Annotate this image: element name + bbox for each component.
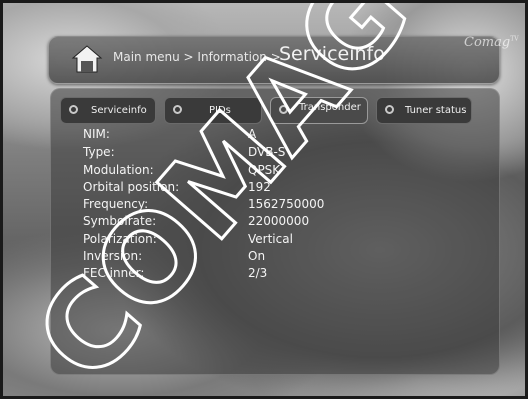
home-icon[interactable] xyxy=(71,43,103,75)
tab-pids[interactable]: PIDs xyxy=(164,97,262,124)
tab-label: Serviceinfo xyxy=(91,105,147,116)
info-label-symbolrate: Symbolrate: xyxy=(83,214,157,228)
radio-dot-icon xyxy=(279,105,288,114)
tab-label: Transponder xyxy=(299,102,361,113)
info-value-inversion: On xyxy=(248,249,266,263)
tab-label: Tuner status xyxy=(405,105,467,116)
info-label-frequency: Frequency: xyxy=(83,197,149,211)
info-value-symbolrate: 22000000 xyxy=(248,214,310,228)
radio-dot-icon xyxy=(69,105,78,114)
tab-label: PIDs xyxy=(209,105,231,116)
tab-tuner-status[interactable]: Tuner status xyxy=(376,97,472,124)
info-value-fec-inner: 2/3 xyxy=(248,266,268,280)
info-label-fec-inner: FEC inner: xyxy=(83,266,145,280)
tab-transponder[interactable]: Transponder xyxy=(270,97,368,124)
info-label-orbital-position: Orbital position: xyxy=(83,180,180,194)
radio-dot-icon xyxy=(173,105,182,114)
header-bar: Main menu > Information > Serviceinfo xyxy=(48,36,500,84)
info-value-orbital-position: 192 xyxy=(248,180,271,194)
breadcrumb: Main menu > Information > xyxy=(113,50,281,64)
info-value-polarization: Vertical xyxy=(248,232,293,246)
info-label-type: Type: xyxy=(83,145,115,159)
brand-logo: ComagTV xyxy=(464,35,519,50)
info-value-nim: A xyxy=(248,127,257,141)
info-label-nim: NIM: xyxy=(83,127,110,141)
page-title: Serviceinfo xyxy=(279,43,385,65)
tab-serviceinfo[interactable]: Serviceinfo xyxy=(60,97,156,124)
radio-dot-icon xyxy=(385,105,394,114)
info-value-modulation: QPSK xyxy=(248,163,281,177)
info-label-inversion: Inversion: xyxy=(83,249,143,263)
info-label-polarization: Polarization: xyxy=(83,232,157,246)
info-value-type: DVB-S xyxy=(248,145,286,159)
info-label-modulation: Modulation: xyxy=(83,163,154,177)
info-value-frequency: 1562750000 xyxy=(248,197,325,211)
